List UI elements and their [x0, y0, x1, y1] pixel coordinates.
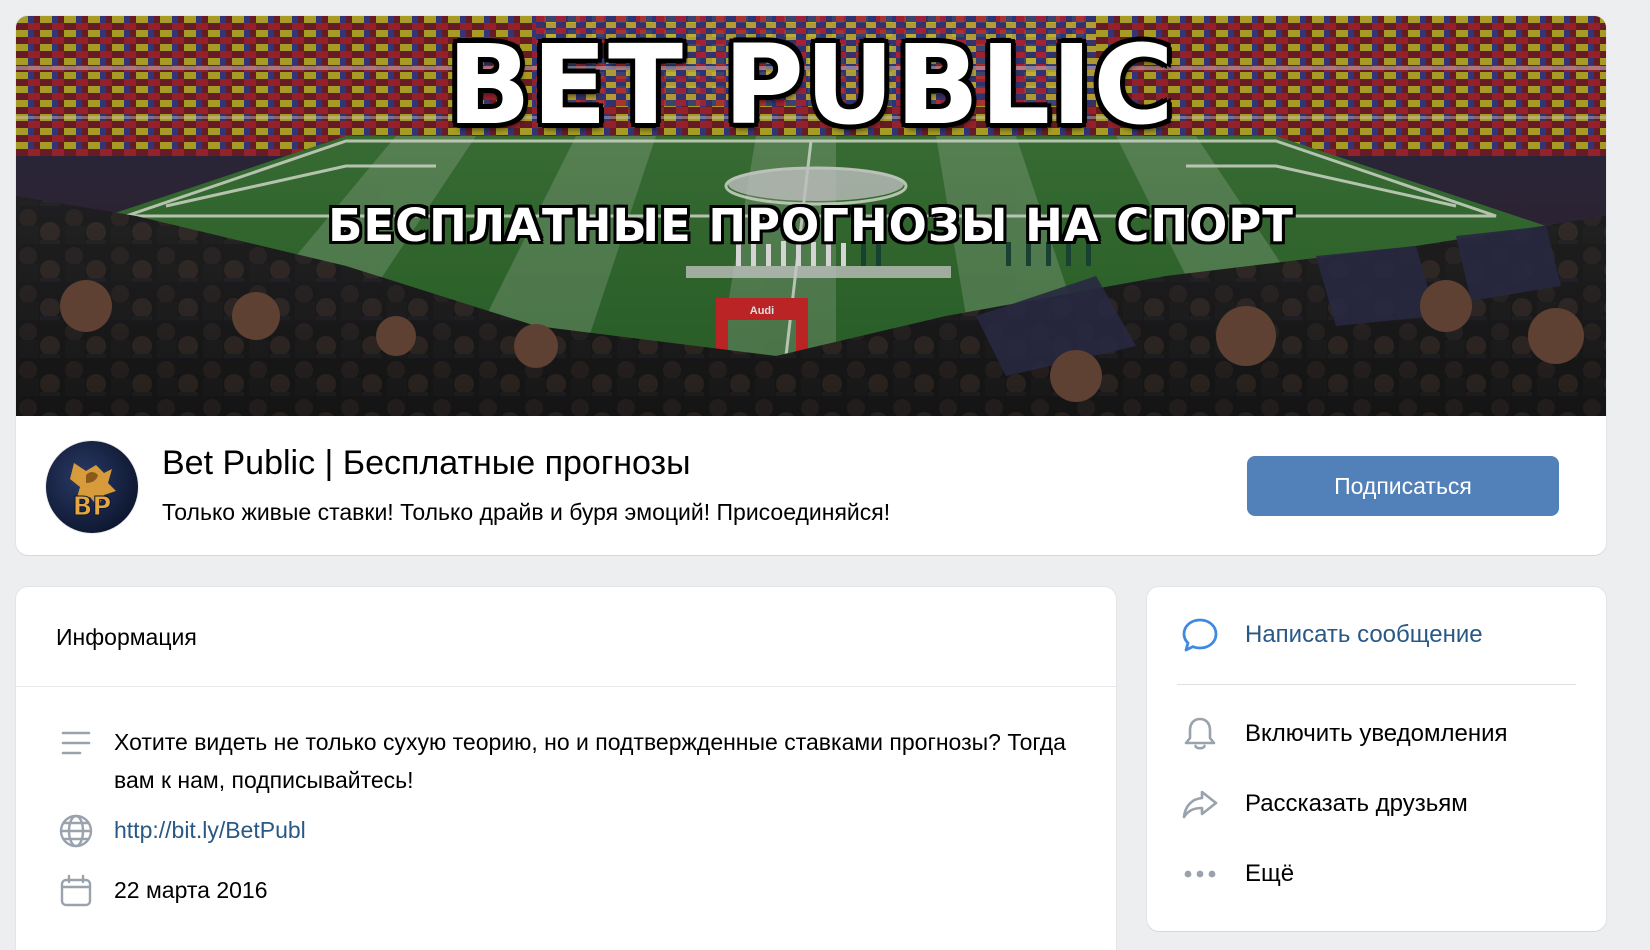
more-dots-icon: [1177, 851, 1223, 897]
info-title: Информация: [56, 624, 197, 650]
group-description: Хотите видеть не только сухую теорию, но…: [114, 729, 1066, 793]
cover-subtitle: БЕСПЛАТНЫЕ ПРОГНОЗЫ НА СПОРТ: [328, 199, 1294, 252]
speech-bubble-icon: [1177, 612, 1223, 658]
write-message-label: Написать сообщение: [1245, 621, 1483, 648]
subscribe-button[interactable]: Подписаться: [1247, 456, 1559, 516]
group-name: Bet Public | Бесплатные прогнозы: [162, 444, 691, 482]
share-arrow-icon: [1177, 781, 1223, 827]
calendar-icon: [56, 871, 96, 911]
bell-icon: [1177, 711, 1223, 757]
actions-card: Написать сообщение Включить уведомления …: [1147, 587, 1606, 931]
enable-notifications-action[interactable]: Включить уведомления: [1177, 707, 1576, 761]
info-date-row: 22 марта 2016: [56, 871, 268, 911]
text-lines-icon: [56, 723, 96, 763]
divider: [1177, 684, 1576, 685]
info-card: Информация Хотите видеть не только сухую…: [16, 587, 1116, 950]
share-label: Рассказать друзьям: [1245, 790, 1468, 817]
group-header-card: Audi BET PUBLIC БЕСПЛАТНЫЕ ПРОГНОЗЫ НА С…: [16, 16, 1606, 555]
more-label: Ещё: [1245, 860, 1295, 887]
info-description-row: Хотите видеть не только сухую теорию, но…: [56, 723, 1074, 799]
enable-notifications-label: Включить уведомления: [1245, 720, 1508, 747]
group-status: Только живые ставки! Только драйв и буря…: [162, 499, 891, 525]
share-action[interactable]: Рассказать друзьям: [1177, 777, 1576, 831]
founded-date: 22 марта 2016: [114, 877, 268, 903]
website-link[interactable]: http://bit.ly/BetPubl: [114, 811, 306, 849]
cover-image: Audi BET PUBLIC БЕСПЛАТНЫЕ ПРОГНОЗЫ НА С…: [16, 16, 1606, 416]
info-link-row: http://bit.ly/BetPubl: [56, 811, 306, 851]
group-avatar[interactable]: BP: [46, 441, 138, 533]
divider: [16, 686, 1116, 687]
globe-icon: [56, 811, 96, 851]
bet-public-logo-icon: BP: [70, 463, 116, 523]
svg-text:BP: BP: [73, 492, 112, 522]
cover-title: BET PUBLIC: [447, 21, 1175, 149]
write-message-action[interactable]: Написать сообщение: [1177, 608, 1576, 662]
more-action[interactable]: Ещё: [1177, 847, 1576, 901]
